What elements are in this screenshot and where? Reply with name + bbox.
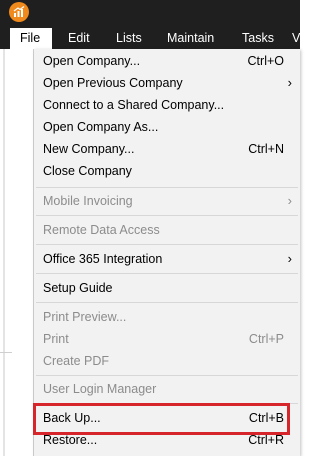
menu-item-shortcut: Ctrl+R	[248, 433, 284, 447]
menu-separator	[36, 375, 298, 376]
frame-edge	[3, 49, 5, 456]
menu-separator	[36, 215, 298, 216]
menu-tasks[interactable]: Tasks	[242, 28, 274, 49]
menu-item-shortcut: Ctrl+P	[248, 332, 284, 346]
frame-mark	[0, 352, 12, 353]
menu-item-open-company-as[interactable]: Open Company As...	[34, 116, 300, 138]
menu-item-new-company[interactable]: New Company... Ctrl+N	[34, 138, 300, 160]
menu-item-label: Create PDF	[43, 354, 109, 368]
menu-item-setup-guide[interactable]: Setup Guide	[34, 277, 300, 299]
left-window-frame	[0, 49, 34, 456]
menu-item-label: Connect to a Shared Company...	[43, 98, 225, 112]
submenu-arrow-icon: ›	[287, 193, 292, 208]
menu-view[interactable]: V	[292, 28, 300, 49]
menu-item-restore[interactable]: Restore... Ctrl+R	[34, 429, 300, 451]
menu-item-label: Open Company As...	[43, 120, 159, 134]
menu-item-label: Print	[43, 332, 69, 346]
menu-item-label: Setup Guide	[43, 281, 113, 295]
menu-item-label: Open Company...	[43, 54, 141, 68]
menu-item-label: Back Up...	[43, 411, 101, 425]
menu-separator	[36, 244, 298, 245]
menu-item-back-up[interactable]: Back Up... Ctrl+B	[34, 407, 300, 429]
menu-item-shortcut: Ctrl+N	[248, 142, 284, 156]
menu-item-label: Mobile Invoicing	[43, 194, 133, 208]
menu-item-label: Open Previous Company	[43, 76, 183, 90]
file-menu-dropdown: Open Company... Ctrl+O Open Previous Com…	[34, 49, 300, 456]
menu-item-remote-data-access[interactable]: Remote Data Access	[34, 219, 300, 241]
menu-separator	[36, 403, 298, 404]
menu-item-user-login-manager[interactable]: User Login Manager	[34, 378, 300, 400]
menu-edit[interactable]: Edit	[68, 28, 90, 49]
menu-separator	[36, 187, 298, 188]
menu-item-create-pdf[interactable]: Create PDF	[34, 350, 300, 372]
menu-item-label: New Company...	[43, 142, 135, 156]
menu-separator	[36, 273, 298, 274]
menu-item-label: Print Preview...	[43, 310, 127, 324]
submenu-arrow-icon: ›	[287, 251, 292, 266]
submenu-arrow-icon: ›	[287, 75, 292, 90]
menu-item-open-company[interactable]: Open Company... Ctrl+O	[34, 50, 300, 72]
menu-bar: File Edit Lists Maintain Tasks V	[0, 28, 300, 49]
menu-item-shortcut: Ctrl+B	[248, 411, 284, 425]
quickbooks-logo-icon[interactable]	[9, 2, 29, 22]
menu-item-close-company[interactable]: Close Company	[34, 160, 300, 182]
menu-item-label: Office 365 Integration	[43, 252, 163, 266]
title-bar	[0, 0, 300, 28]
menu-item-open-previous-company[interactable]: Open Previous Company ›	[34, 72, 300, 94]
menu-item-shortcut: Ctrl+O	[247, 54, 284, 68]
menu-item-label: Close Company	[43, 164, 132, 178]
menu-item-label: Restore...	[43, 433, 98, 447]
menu-maintain[interactable]: Maintain	[167, 28, 214, 49]
menu-lists[interactable]: Lists	[116, 28, 142, 49]
menu-item-label: Remote Data Access	[43, 223, 160, 237]
menu-separator	[36, 302, 298, 303]
menu-item-connect-shared-company[interactable]: Connect to a Shared Company...	[34, 94, 300, 116]
menu-file[interactable]: File	[10, 28, 52, 49]
menu-item-print[interactable]: Print Ctrl+P	[34, 328, 300, 350]
menu-item-print-preview[interactable]: Print Preview...	[34, 306, 300, 328]
menu-item-label: User Login Manager	[43, 382, 157, 396]
menu-item-mobile-invoicing[interactable]: Mobile Invoicing ›	[34, 190, 300, 212]
menu-item-office-365-integration[interactable]: Office 365 Integration ›	[34, 248, 300, 270]
